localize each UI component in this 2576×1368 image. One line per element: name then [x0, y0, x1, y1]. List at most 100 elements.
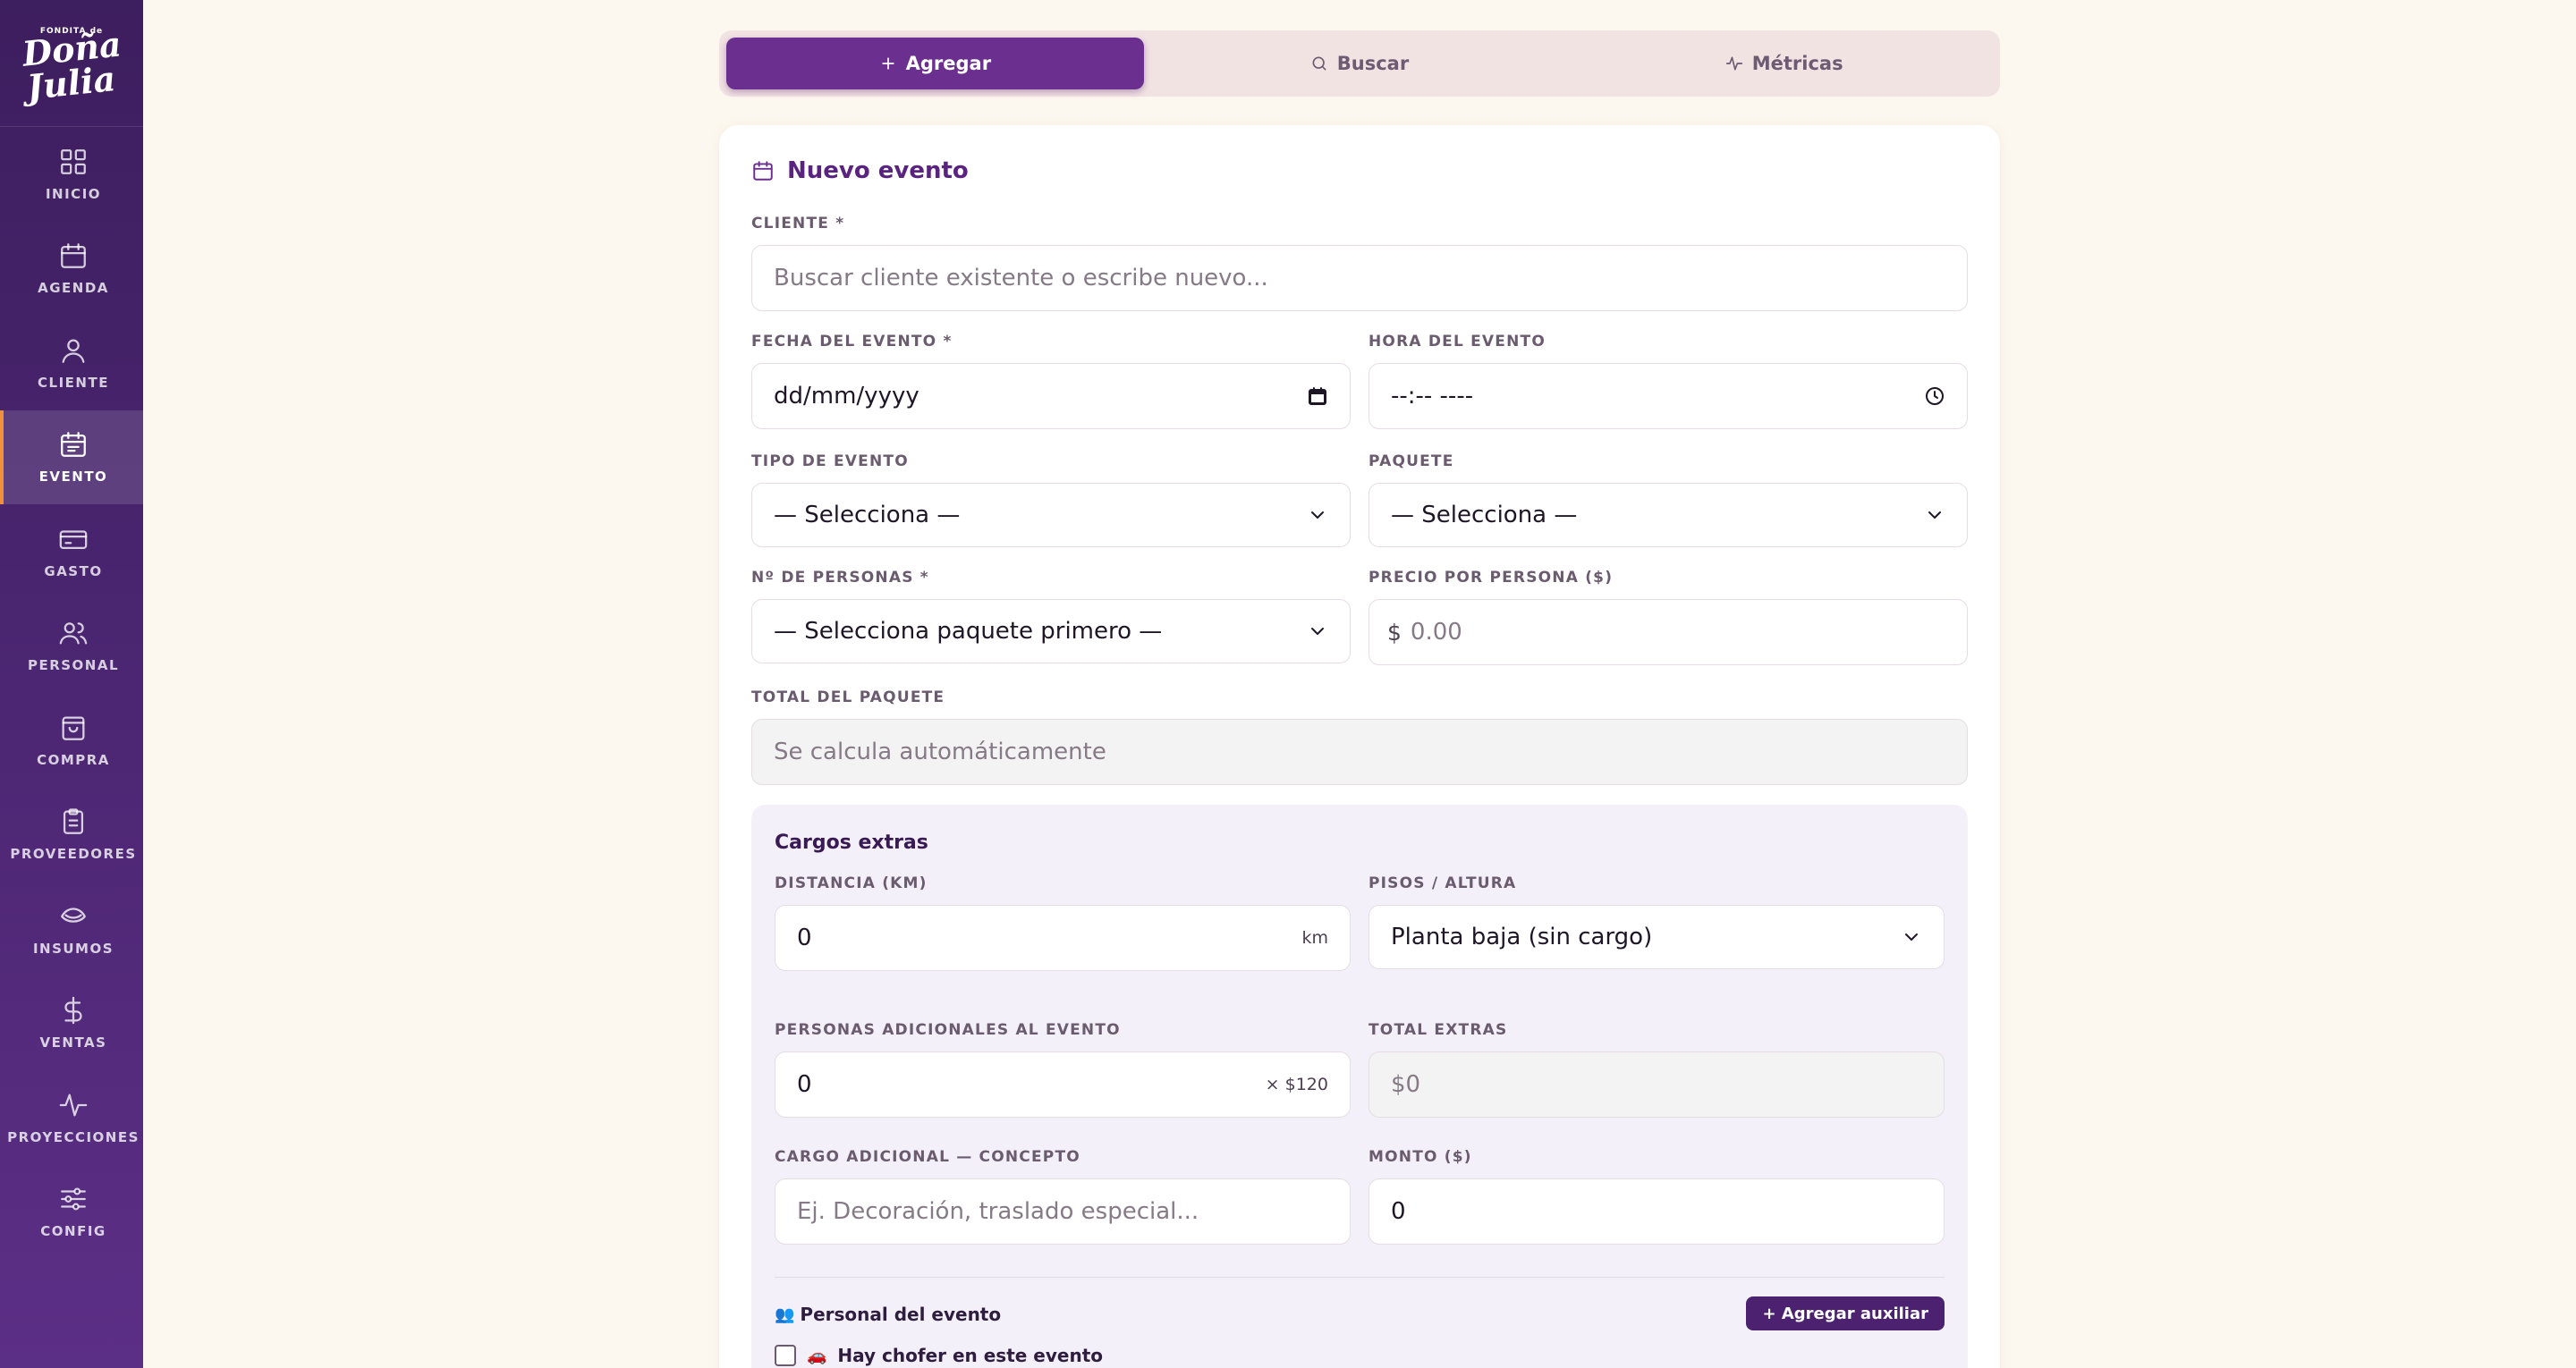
concepto-input[interactable]: Ej. Decoración, traslado especial...	[775, 1178, 1351, 1245]
staff-title-text: Personal del evento	[800, 1304, 1002, 1325]
distancia-input[interactable]: 0 km	[775, 905, 1351, 971]
activity-icon	[1725, 56, 1742, 71]
tab-buscar[interactable]: Buscar	[1151, 38, 1569, 89]
tab-label: Métricas	[1751, 53, 1843, 74]
tab-metricas[interactable]: Métricas	[1575, 38, 1993, 89]
people-icon: 👥	[775, 1305, 795, 1324]
chevron-down-icon	[1924, 504, 1945, 526]
concepto-placeholder: Ej. Decoración, traslado especial...	[797, 1198, 1199, 1225]
sidebar-item-proveedores[interactable]: PROVEEDORES	[0, 788, 143, 882]
tipo-label: TIPO DE EVENTO	[751, 452, 909, 470]
shopping-bag-icon	[62, 716, 85, 740]
cliente-placeholder: Buscar cliente existente o escribe nuevo…	[774, 265, 1268, 291]
sidebar-item-label: INSUMOS	[32, 940, 114, 957]
driver-label: Hay chofer en este evento	[837, 1345, 1103, 1366]
view-tabs: Agregar Buscar Métricas	[719, 30, 2000, 97]
monto-label: MONTO ($)	[1368, 1148, 1472, 1166]
adicionales-value: 0	[797, 1071, 812, 1098]
paquete-select[interactable]: — Selecciona —	[1368, 483, 1968, 547]
hora-label: HORA DEL EVENTO	[1368, 333, 1546, 350]
sidebar-item-label: GASTO	[44, 562, 103, 579]
personas-value: — Selecciona paquete primero —	[774, 618, 1163, 645]
grid-icon	[61, 148, 86, 174]
hora-input[interactable]: --:-- ----	[1368, 363, 1968, 429]
sidebar-item-label: INICIO	[45, 185, 102, 202]
card-header: Nuevo evento	[751, 157, 969, 184]
card-icon	[59, 530, 88, 549]
tipo-value: — Selecciona —	[774, 502, 961, 528]
pisos-value: Planta baja (sin cargo)	[1391, 924, 1653, 950]
sidebar-item-proyecciones[interactable]: PROYECCIONES	[0, 1070, 143, 1165]
fecha-input[interactable]: dd/mm/yyyy	[751, 363, 1351, 429]
chevron-down-icon	[1307, 621, 1328, 642]
sidebar-item-label: CLIENTE	[38, 374, 109, 391]
sidebar-item-label: VENTAS	[39, 1034, 107, 1051]
sidebar-item-cliente[interactable]: CLIENTE	[0, 316, 143, 410]
sidebar-item-gasto[interactable]: GASTO	[0, 504, 143, 599]
clock-icon[interactable]	[1924, 385, 1945, 407]
driver-checkbox[interactable]	[775, 1345, 796, 1366]
sidebar-item-personal[interactable]: PERSONAL	[0, 599, 143, 694]
monto-value: 0	[1391, 1198, 1406, 1225]
pisos-label: PISOS / ALTURA	[1368, 874, 1517, 892]
ingredients-icon	[61, 908, 86, 923]
total-label: TOTAL DEL PAQUETE	[751, 688, 945, 706]
staff-section-title: 👥 Personal del evento	[775, 1304, 1001, 1325]
calendar-icon	[753, 161, 773, 181]
adicionales-input[interactable]: 0 × $120	[775, 1051, 1351, 1118]
sidebar-item-label: AGENDA	[38, 280, 109, 297]
precio-input[interactable]: $ 0.00	[1368, 599, 1968, 665]
calendar-icon	[61, 243, 86, 269]
precio-label: PRECIO POR PERSONA ($)	[1368, 569, 1614, 587]
adicionales-label: PERSONAS ADICIONALES AL EVENTO	[775, 1021, 1121, 1039]
sidebar-item-label: COMPRA	[37, 751, 110, 768]
brand-name-line2: Julia	[25, 57, 118, 107]
sidebar-item-config[interactable]: CONFIG	[0, 1165, 143, 1260]
fecha-value: dd/mm/yyyy	[774, 383, 919, 410]
distancia-label: DISTANCIA (KM)	[775, 874, 928, 892]
total-extras-label: TOTAL EXTRAS	[1368, 1021, 1508, 1039]
add-auxiliar-button[interactable]: + Agregar auxiliar	[1746, 1296, 1945, 1330]
chevron-down-icon	[1307, 504, 1328, 526]
extras-panel: Cargos extras DISTANCIA (KM) 0 km PISOS …	[751, 805, 1968, 1368]
tipo-select[interactable]: — Selecciona —	[751, 483, 1351, 547]
chevron-down-icon	[1901, 926, 1922, 948]
sidebar-item-label: PROYECCIONES	[7, 1128, 140, 1145]
paquete-label: PAQUETE	[1368, 452, 1454, 470]
pisos-select[interactable]: Planta baja (sin cargo)	[1368, 905, 1945, 969]
sliders-icon	[61, 1187, 86, 1211]
personas-label: Nº DE PERSONAS *	[751, 569, 929, 587]
sidebar-item-ventas[interactable]: VENTAS	[0, 976, 143, 1071]
concepto-label: CARGO ADICIONAL — CONCEPTO	[775, 1148, 1080, 1166]
users-icon	[59, 622, 88, 645]
fecha-label: FECHA DEL EVENTO *	[751, 333, 953, 350]
cliente-input[interactable]: Buscar cliente existente o escribe nuevo…	[751, 245, 1968, 311]
section-divider	[775, 1277, 1945, 1278]
plus-icon	[881, 57, 894, 70]
tab-label: Buscar	[1336, 53, 1410, 74]
calendar-check-icon	[61, 432, 86, 458]
activity-icon	[59, 1094, 88, 1117]
sidebar-item-label: PERSONAL	[27, 657, 120, 674]
brand-logo[interactable]: FONDITA de Doña Julia	[0, 0, 143, 127]
driver-checkbox-row[interactable]: 🚗 Hay chofer en este evento	[775, 1345, 1103, 1366]
sidebar-item-evento[interactable]: EVENTO	[0, 410, 143, 504]
total-value: Se calcula automáticamente	[774, 739, 1106, 765]
tab-label: Agregar	[905, 53, 992, 74]
personas-select[interactable]: — Selecciona paquete primero —	[751, 599, 1351, 663]
sidebar-item-insumos[interactable]: INSUMOS	[0, 882, 143, 976]
sidebar-item-label: EVENTO	[38, 469, 108, 486]
paquete-value: — Selecciona —	[1391, 502, 1578, 528]
cliente-label: CLIENTE *	[751, 215, 845, 232]
user-icon	[62, 339, 85, 363]
sidebar-item-inicio[interactable]: INICIO	[0, 127, 143, 222]
monto-input[interactable]: 0	[1368, 1178, 1945, 1245]
currency-prefix: $	[1387, 619, 1402, 646]
car-icon: 🚗	[807, 1346, 827, 1365]
sidebar-item-compra[interactable]: COMPRA	[0, 693, 143, 788]
calendar-picker-icon[interactable]	[1307, 385, 1328, 407]
tab-agregar[interactable]: Agregar	[726, 38, 1144, 89]
sidebar-item-agenda[interactable]: AGENDA	[0, 222, 143, 317]
sidebar-item-label: CONFIG	[40, 1223, 106, 1240]
total-extras-field: $0	[1368, 1051, 1945, 1118]
